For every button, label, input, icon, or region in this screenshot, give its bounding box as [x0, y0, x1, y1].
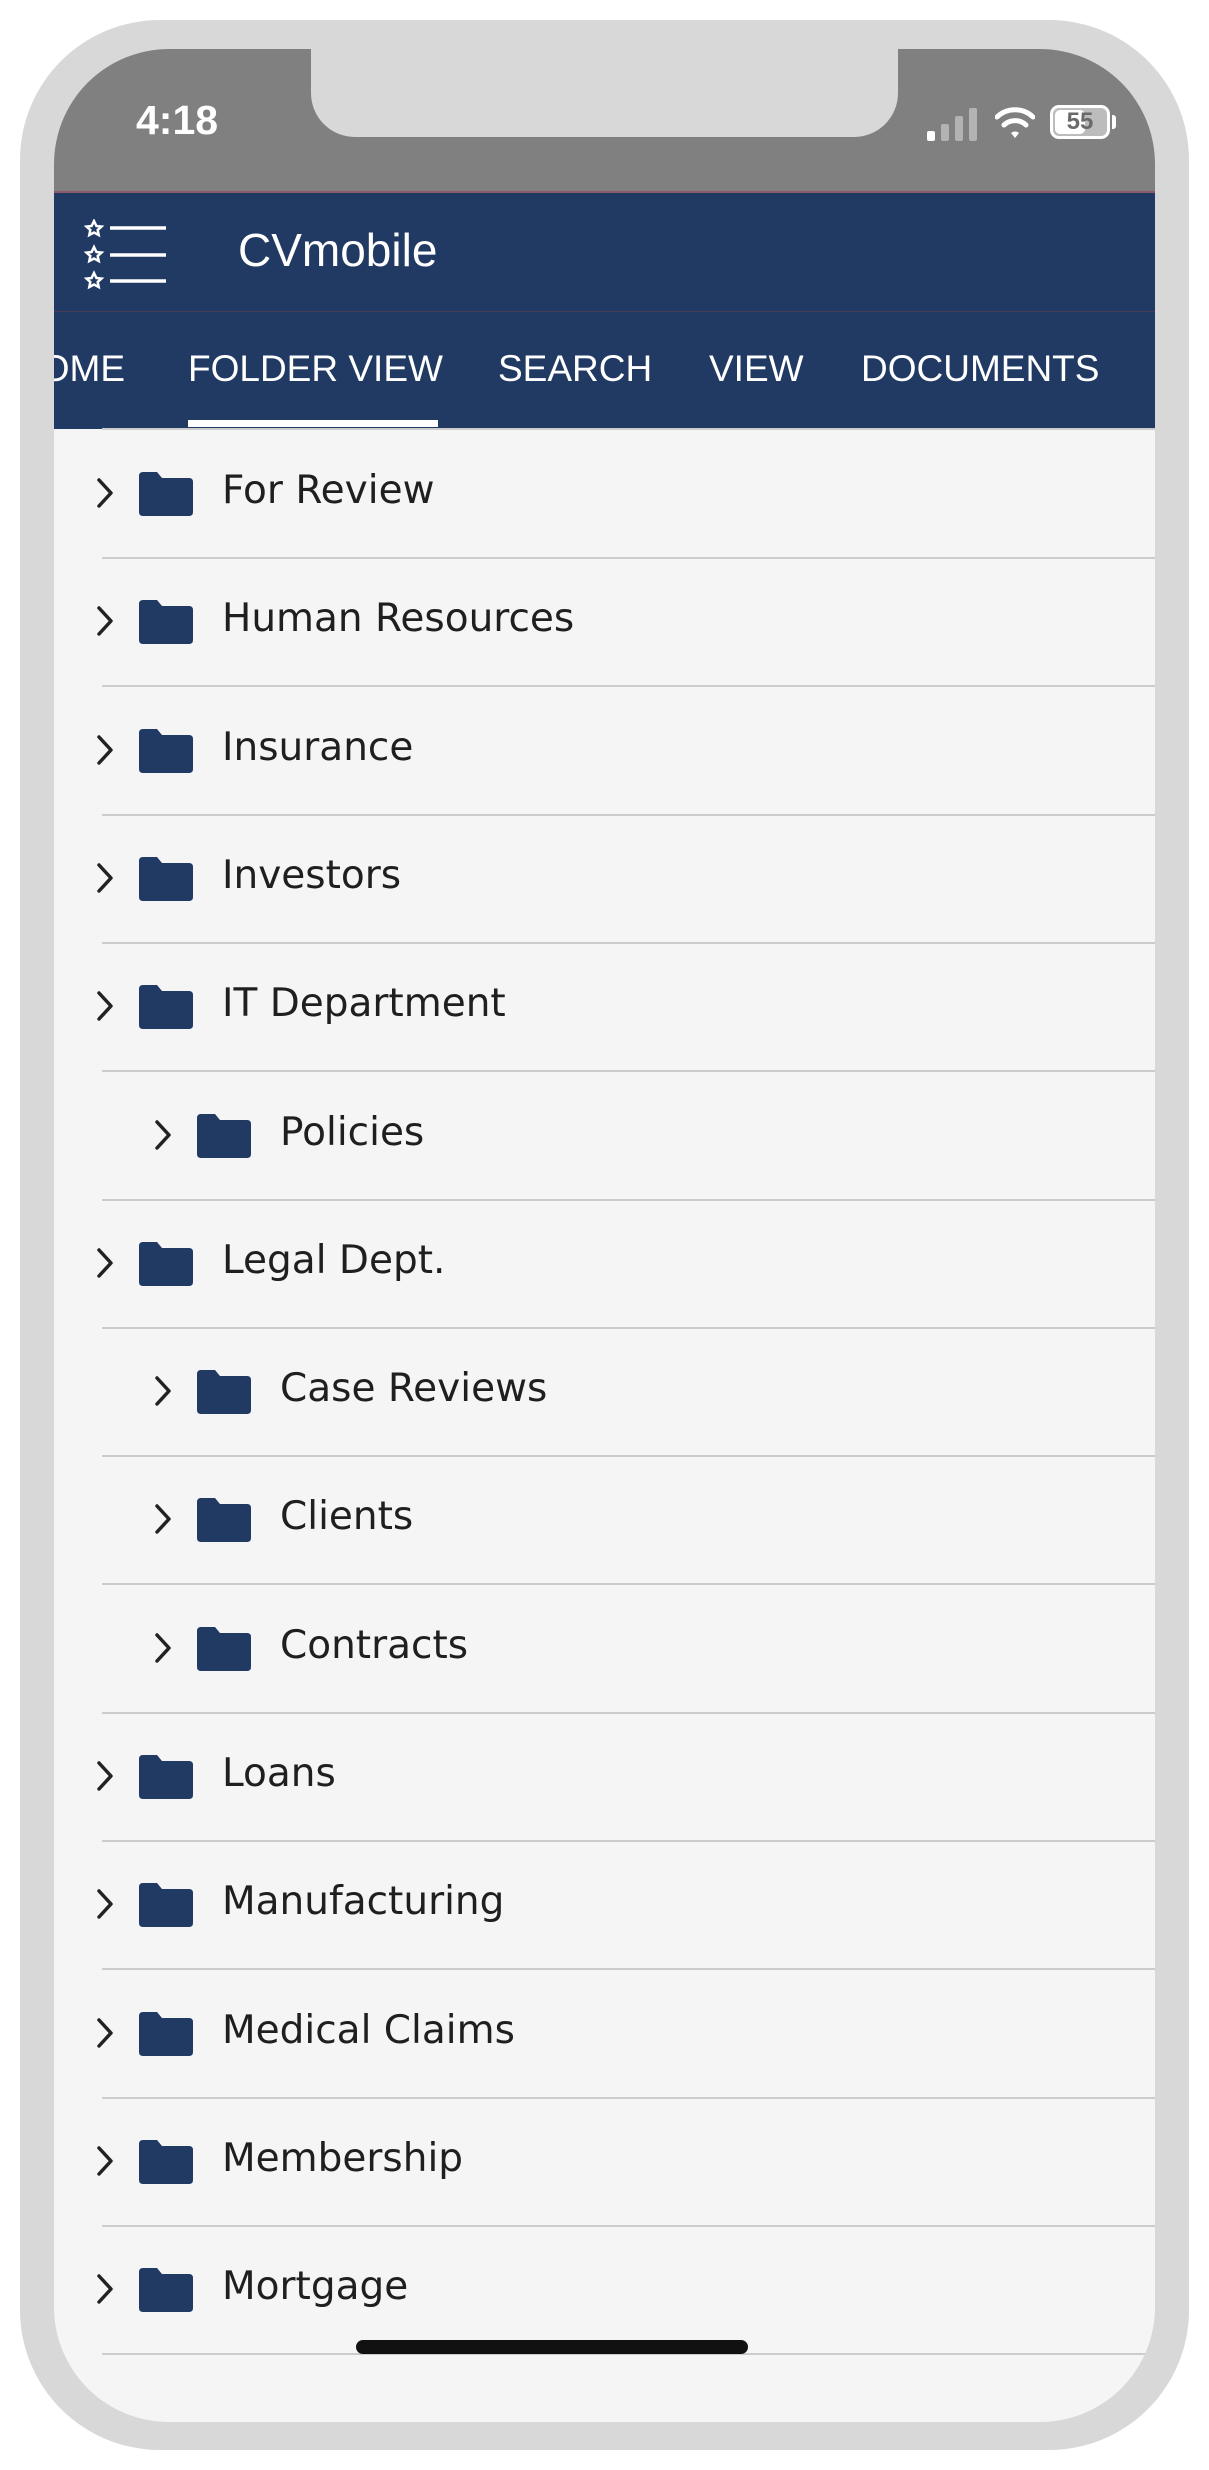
- status-time: 4:18: [136, 97, 219, 143]
- home-indicator[interactable]: [356, 2340, 748, 2354]
- folder-icon: [139, 856, 193, 901]
- folder-row[interactable]: Contracts: [54, 1585, 1155, 1714]
- folder-row[interactable]: Loans: [54, 1713, 1155, 1842]
- wifi-icon: [995, 107, 1035, 138]
- chevron-right-icon[interactable]: [90, 1887, 120, 1921]
- folder-row[interactable]: Membership: [54, 2098, 1155, 2227]
- folder-icon: [139, 985, 193, 1030]
- folder-icon: [139, 1883, 193, 1928]
- battery-percentage: 55: [1066, 108, 1094, 135]
- chevron-right-icon[interactable]: [90, 604, 120, 638]
- chevron-right-icon[interactable]: [148, 1374, 178, 1408]
- folder-label: Investors: [222, 852, 402, 898]
- folder-label: IT Department: [222, 981, 506, 1027]
- folder-label: Mortgage: [222, 2264, 409, 2310]
- chevron-right-icon[interactable]: [90, 733, 120, 767]
- chevron-right-icon[interactable]: [90, 1246, 120, 1280]
- folder-icon: [139, 2011, 193, 2056]
- folder-label: Legal Dept.: [222, 1237, 446, 1283]
- folder-label: Contracts: [280, 1622, 469, 1668]
- folder-label: Manufacturing: [222, 1879, 505, 1925]
- starred-menu-icon[interactable]: [84, 219, 168, 291]
- chevron-right-icon[interactable]: [90, 1759, 120, 1793]
- folder-icon: [139, 2139, 193, 2184]
- folder-row[interactable]: Medical Claims: [54, 1970, 1155, 2099]
- folder-icon: [197, 1498, 251, 1543]
- status-bar: 4:18 55: [54, 49, 1155, 191]
- folder-label: Case Reviews: [280, 1366, 548, 1412]
- active-tab-indicator: [188, 420, 438, 427]
- folder-icon: [139, 728, 193, 773]
- chevron-right-icon[interactable]: [90, 989, 120, 1023]
- folder-icon: [197, 1113, 251, 1158]
- chevron-right-icon[interactable]: [148, 1631, 178, 1665]
- folder-row[interactable]: Clients: [54, 1456, 1155, 1586]
- folder-label: Clients: [280, 1494, 414, 1540]
- folder-label: Loans: [222, 1751, 336, 1796]
- chevron-right-icon[interactable]: [148, 1118, 178, 1152]
- folder-row[interactable]: IT Department: [54, 943, 1155, 1073]
- folder-icon: [139, 600, 193, 645]
- folder-label: For Review: [222, 468, 435, 513]
- folder-icon: [139, 472, 193, 516]
- chevron-right-icon[interactable]: [90, 2016, 120, 2050]
- partial-folder-icon: [144, 420, 174, 423]
- tab-folder-view[interactable]: FOLDER VIEW: [188, 348, 443, 390]
- folder-label: Human Resources: [222, 596, 575, 642]
- folder-label: Medical Claims: [222, 2007, 515, 2053]
- folder-row[interactable]: Case Reviews: [54, 1328, 1155, 1458]
- folder-icon: [197, 1626, 251, 1671]
- folder-icon: [139, 1241, 193, 1286]
- phone-screen: 4:18 55 CVmobile HOME FOL: [54, 49, 1155, 2422]
- tab-bar: HOME FOLDER VIEW SEARCH VIEW DOCUMENTS: [54, 311, 1155, 429]
- folder-icon: [139, 2268, 193, 2313]
- tab-view[interactable]: VIEW: [709, 348, 804, 390]
- tab-search[interactable]: SEARCH: [498, 348, 652, 390]
- battery-nub: [1112, 115, 1116, 129]
- chevron-right-icon[interactable]: [90, 861, 120, 895]
- folder-row[interactable]: Legal Dept.: [54, 1200, 1155, 1329]
- folder-row[interactable]: Manufacturing: [54, 1841, 1155, 1971]
- folder-row[interactable]: Investors: [54, 815, 1155, 944]
- app-title: CVmobile: [238, 224, 438, 276]
- folder-label: Policies: [280, 1109, 425, 1155]
- folder-row[interactable]: Insurance: [54, 687, 1155, 816]
- folder-label: Insurance: [222, 724, 414, 770]
- chevron-right-icon[interactable]: [90, 476, 120, 510]
- folder-row[interactable]: Human Resources: [54, 558, 1155, 688]
- battery-icon: 55: [1050, 105, 1110, 139]
- tab-documents[interactable]: DOCUMENTS: [861, 348, 1099, 390]
- cellular-signal-icon: [927, 107, 981, 141]
- folder-row[interactable]: Policies: [54, 1072, 1155, 1201]
- chevron-right-icon[interactable]: [90, 2144, 120, 2178]
- folder-label: Membership: [222, 2135, 464, 2181]
- chevron-right-icon[interactable]: [90, 2272, 120, 2306]
- folder-row[interactable]: Mortgage: [54, 2226, 1155, 2356]
- tab-home[interactable]: HOME: [54, 348, 125, 390]
- device-notch: [311, 49, 898, 137]
- folder-row[interactable]: For Review: [54, 430, 1155, 559]
- folder-icon: [197, 1370, 251, 1415]
- folder-icon: [139, 1755, 193, 1799]
- chevron-right-icon[interactable]: [148, 1502, 178, 1536]
- app-header: CVmobile: [54, 191, 1155, 313]
